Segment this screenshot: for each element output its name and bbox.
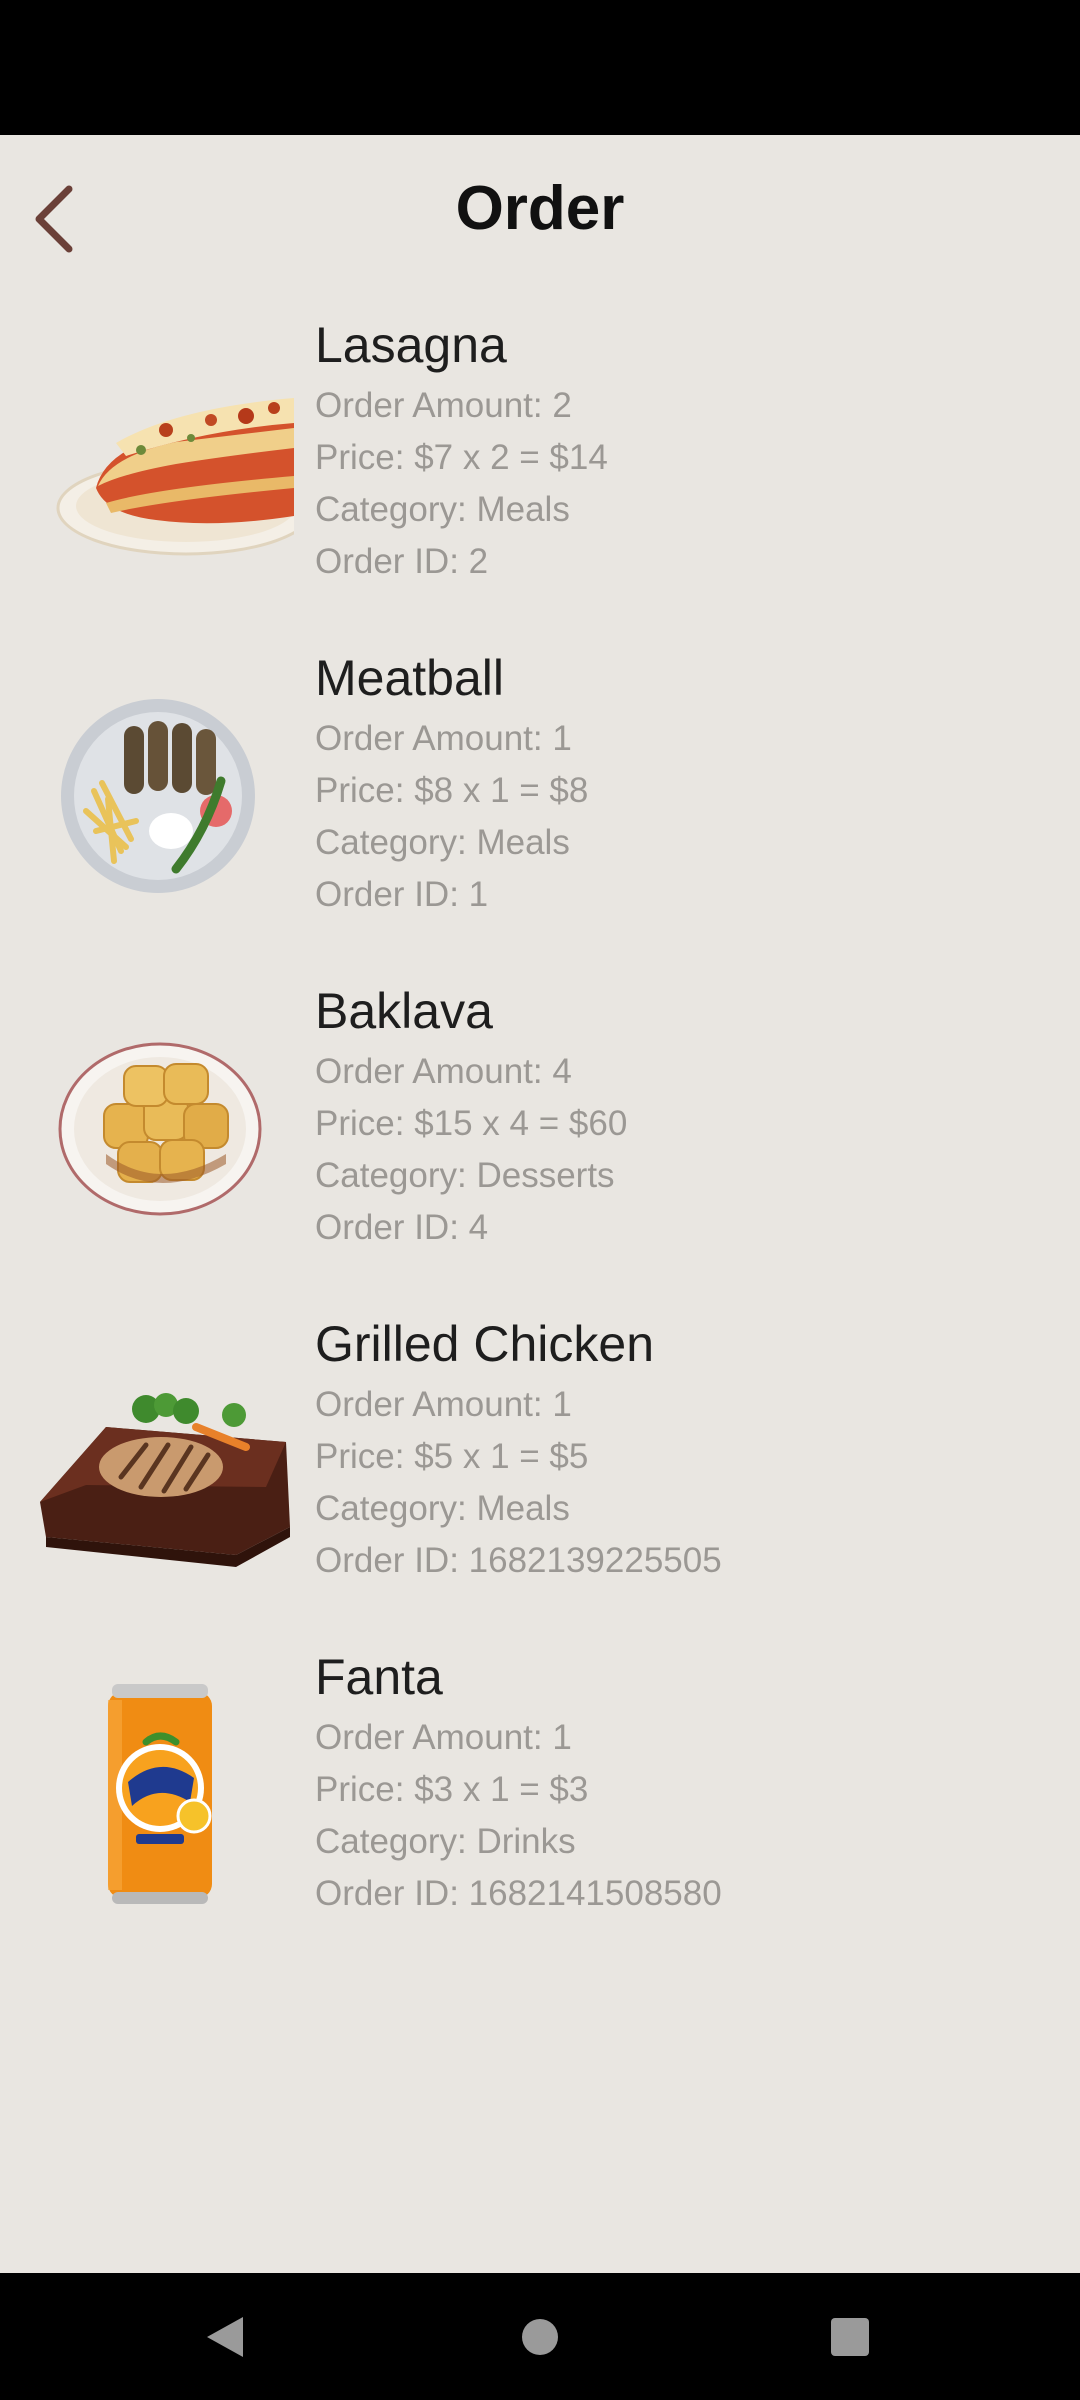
nav-back-icon [207, 2316, 243, 2357]
order-id: Order ID: 1 [315, 875, 489, 914]
order-category: Category: Meals [315, 1489, 570, 1528]
order-id: Order ID: 2 [315, 542, 489, 581]
order-price: Price: $3 x 1 = $3 [315, 1770, 589, 1809]
order-price: Price: $5 x 1 = $5 [315, 1437, 589, 1476]
grilled-chicken-board-image [36, 1337, 294, 1587]
order-amount: Order Amount: 1 [315, 719, 572, 758]
nav-back-button[interactable] [145, 2273, 305, 2400]
order-amount: Order Amount: 4 [315, 1052, 572, 1091]
item-name: Fanta [315, 1649, 443, 1705]
lasagna-image [36, 338, 294, 588]
order-item[interactable]: Lasagna Order Amount: 2 Price: $7 x 2 = … [0, 310, 1080, 643]
order-id: Order ID: 4 [315, 1208, 489, 1247]
order-info: Fanta Order Amount: 1 Price: $3 x 1 = $3… [315, 1642, 1055, 1920]
order-id: Order ID: 1682141508580 [315, 1874, 722, 1913]
status-bar [0, 0, 1080, 135]
nav-recents-button[interactable] [770, 2273, 930, 2400]
order-screen: Order Lasagna Order Amount: 2 Price: $7 … [0, 135, 1080, 2273]
order-price: Price: $8 x 1 = $8 [315, 771, 589, 810]
nav-home-icon [522, 2318, 558, 2355]
item-name: Lasagna [315, 317, 507, 373]
order-category: Category: Meals [315, 823, 570, 862]
order-amount: Order Amount: 1 [315, 1718, 572, 1757]
order-item[interactable]: Fanta Order Amount: 1 Price: $3 x 1 = $3… [0, 1642, 1080, 1975]
order-list: Lasagna Order Amount: 2 Price: $7 x 2 = … [0, 310, 1080, 1975]
order-price: Price: $7 x 2 = $14 [315, 438, 608, 477]
order-info: Lasagna Order Amount: 2 Price: $7 x 2 = … [315, 310, 1055, 588]
order-category: Category: Drinks [315, 1822, 576, 1861]
order-category: Category: Meals [315, 490, 570, 529]
item-name: Grilled Chicken [315, 1316, 655, 1372]
order-amount: Order Amount: 2 [315, 386, 572, 425]
order-item[interactable]: Baklava Order Amount: 4 Price: $15 x 4 =… [0, 976, 1080, 1309]
system-navigation-bar [0, 2273, 1080, 2400]
fanta-can-image [36, 1670, 294, 1920]
baklava-plate-image [36, 1004, 294, 1254]
meatball-plate-image [36, 671, 294, 921]
order-id: Order ID: 1682139225505 [315, 1541, 722, 1580]
nav-recents-icon [831, 2317, 869, 2356]
order-info: Grilled Chicken Order Amount: 1 Price: $… [315, 1309, 1055, 1587]
page-title: Order [455, 174, 625, 243]
order-price: Price: $15 x 4 = $60 [315, 1104, 628, 1143]
order-info: Baklava Order Amount: 4 Price: $15 x 4 =… [315, 976, 1055, 1254]
order-item[interactable]: Meatball Order Amount: 1 Price: $8 x 1 =… [0, 643, 1080, 976]
nav-home-button[interactable] [460, 2273, 620, 2400]
order-info: Meatball Order Amount: 1 Price: $8 x 1 =… [315, 643, 1055, 921]
item-name: Baklava [315, 983, 493, 1039]
order-item[interactable]: Grilled Chicken Order Amount: 1 Price: $… [0, 1309, 1080, 1642]
item-name: Meatball [315, 650, 504, 706]
order-amount: Order Amount: 1 [315, 1385, 572, 1424]
order-category: Category: Desserts [315, 1156, 615, 1195]
